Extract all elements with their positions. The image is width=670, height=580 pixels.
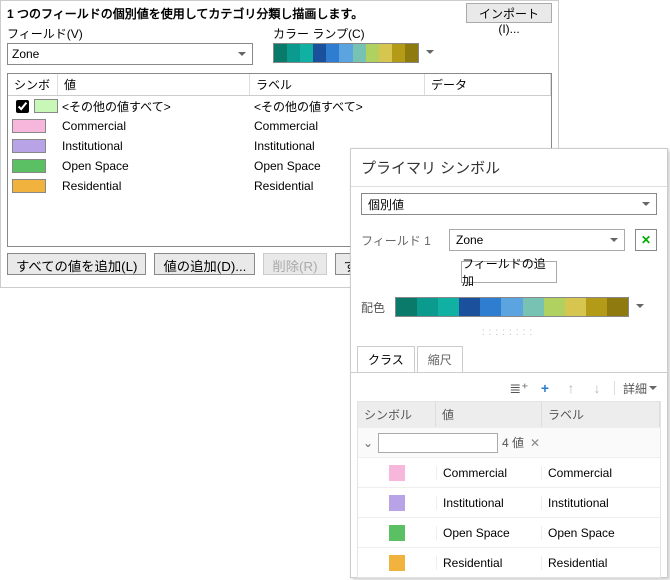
row-label: Commercial: [542, 466, 660, 480]
resize-grip-icon[interactable]: ::::::::: [351, 323, 667, 340]
row-label: Commercial: [250, 119, 425, 133]
remove-field-button[interactable]: ✕: [635, 229, 657, 251]
tab-scale[interactable]: 縮尺: [417, 346, 463, 372]
color-swatch[interactable]: [389, 525, 405, 541]
clear-group-icon[interactable]: ✕: [530, 436, 540, 450]
more-label: 詳細: [623, 380, 647, 397]
tab-classes[interactable]: クラス: [357, 346, 415, 372]
field-select[interactable]: Zone: [7, 43, 253, 65]
col-data[interactable]: データ: [425, 74, 551, 95]
more-menu[interactable]: 詳細: [623, 380, 657, 397]
x-icon: ✕: [641, 233, 651, 247]
color-swatch[interactable]: [12, 179, 46, 193]
table-row[interactable]: <その他の値すべて><その他の値すべて>: [8, 96, 551, 116]
row-value: <その他の値すべて>: [58, 98, 250, 115]
list-icon[interactable]: ≣⁺: [510, 379, 528, 397]
row-value: Institutional: [436, 496, 542, 510]
color-scheme-select[interactable]: [395, 297, 629, 317]
classes-table: シンボル 値 ラベル ⌄ 4 値 ✕ CommercialCommercialI…: [357, 401, 661, 578]
arrow-up-icon[interactable]: ↑: [562, 379, 580, 397]
symbology-type-value: 個別値: [368, 196, 404, 213]
add-icon[interactable]: +: [536, 379, 554, 397]
add-value-button[interactable]: 値の追加(D)...: [154, 253, 255, 275]
col-value[interactable]: 値: [58, 74, 250, 95]
col2-value[interactable]: 値: [436, 402, 542, 427]
col2-label[interactable]: ラベル: [542, 402, 660, 427]
add-all-values-button[interactable]: すべての値を追加(L): [7, 253, 146, 275]
table-row[interactable]: Open SpaceOpen Space: [358, 517, 660, 547]
row-label: Residential: [542, 556, 660, 570]
color-ramp-select[interactable]: [273, 43, 419, 63]
panel2-title: プライマリ シンボル: [351, 149, 667, 187]
table-row[interactable]: InstitutionalInstitutional: [358, 487, 660, 517]
add-field-button[interactable]: フィールドの追加: [461, 261, 557, 283]
row-label: Institutional: [542, 496, 660, 510]
col2-symbol[interactable]: シンボル: [358, 402, 436, 427]
add-field-label: フィールドの追加: [462, 255, 556, 289]
color-swatch[interactable]: [389, 495, 405, 511]
color-swatch[interactable]: [12, 159, 46, 173]
arrow-down-icon[interactable]: ↓: [588, 379, 606, 397]
color-ramp-label: カラー ランプ(C): [273, 25, 437, 42]
row-value: Open Space: [436, 526, 542, 540]
primary-symbology-panel: プライマリ シンボル 個別値 フィールド 1 Zone ✕ フィールドの追加 配…: [350, 148, 668, 578]
color-swatch[interactable]: [389, 555, 405, 571]
panel-description: 1 つのフィールドの個別値を使用してカテゴリ分類し描画します。: [7, 5, 466, 22]
row-label: Open Space: [542, 526, 660, 540]
row-value: Institutional: [58, 139, 250, 153]
color-swatch[interactable]: [12, 139, 46, 153]
field-label: フィールド(V): [7, 25, 253, 42]
row-value: Residential: [58, 179, 250, 193]
col-label[interactable]: ラベル: [250, 74, 425, 95]
group-count: 4 値: [502, 434, 524, 451]
group-name-input[interactable]: [378, 433, 498, 453]
table-row[interactable]: ResidentialResidential: [358, 547, 660, 577]
row-value: Commercial: [58, 119, 250, 133]
row-checkbox[interactable]: [16, 100, 29, 113]
group-row: ⌄ 4 値 ✕: [358, 427, 660, 457]
color-scheme-label: 配色: [361, 299, 385, 316]
import-button[interactable]: インポート(I)...: [466, 3, 552, 23]
color-swatch[interactable]: [34, 99, 58, 113]
row-label: <その他の値すべて>: [250, 98, 425, 115]
field1-label: フィールド 1: [361, 232, 439, 249]
remove-button: 削除(R): [263, 253, 326, 275]
symbology-type-select[interactable]: 個別値: [361, 193, 657, 215]
col-symbol[interactable]: シンボ: [8, 74, 58, 95]
color-swatch[interactable]: [389, 465, 405, 481]
field1-value: Zone: [456, 233, 483, 247]
table-row[interactable]: CommercialCommercial: [8, 116, 551, 136]
row-value: Residential: [436, 556, 542, 570]
row-value: Commercial: [436, 466, 542, 480]
row-value: Open Space: [58, 159, 250, 173]
expand-icon[interactable]: ⌄: [358, 436, 378, 450]
field-select-value: Zone: [12, 47, 39, 61]
field1-select[interactable]: Zone: [449, 229, 625, 251]
color-swatch[interactable]: [12, 119, 46, 133]
table-row[interactable]: CommercialCommercial: [358, 457, 660, 487]
